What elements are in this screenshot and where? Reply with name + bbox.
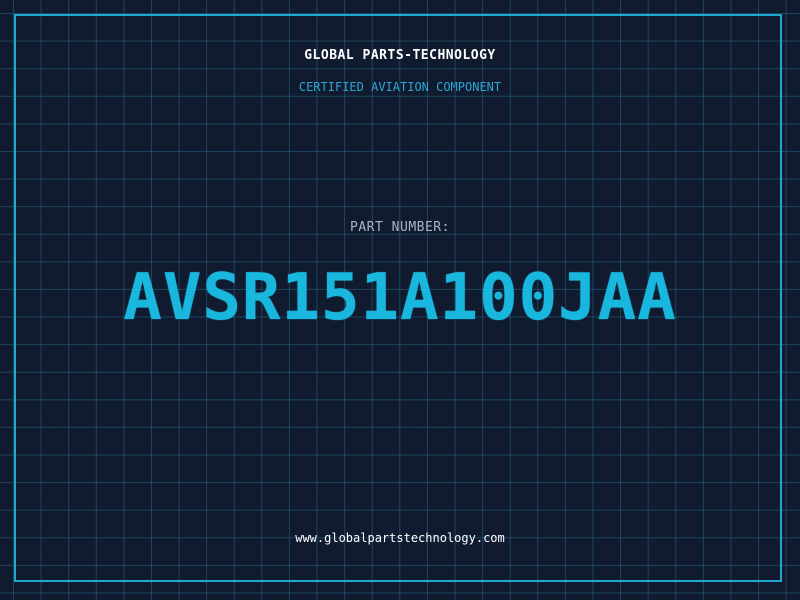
company-name: GLOBAL PARTS-TECHNOLOGY	[304, 48, 496, 63]
website-url: www.globalpartstechnology.com	[295, 531, 505, 545]
certification-subtitle: CERTIFIED AVIATION COMPONENT	[298, 80, 502, 94]
part-label-card: GLOBAL PARTS-TECHNOLOGY CERTIFIED AVIATI…	[0, 0, 800, 600]
part-number-label: PART NUMBER:	[350, 220, 450, 235]
part-number-value: AVSR151A100JAA	[123, 261, 677, 335]
